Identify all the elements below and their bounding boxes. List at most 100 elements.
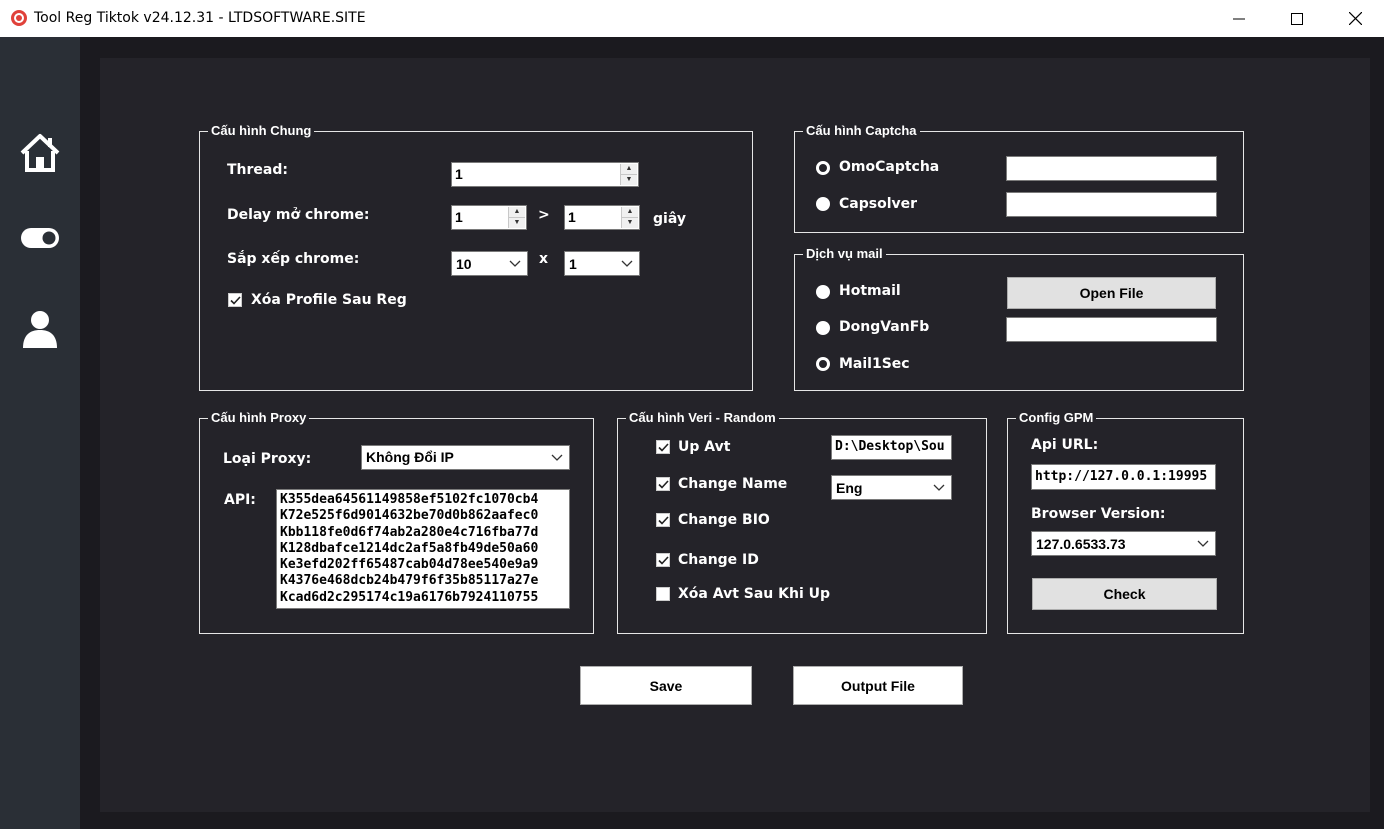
close-button[interactable] — [1326, 0, 1384, 37]
omocaptcha-radio[interactable] — [816, 161, 830, 175]
delay-unit-label: giây — [653, 211, 686, 227]
delete-profile-checkbox[interactable] — [228, 293, 242, 307]
captcha-config-title: Cấu hình Captcha — [803, 123, 920, 138]
maximize-button[interactable] — [1268, 0, 1326, 37]
arrange-label: Sắp xếp chrome: — [227, 251, 360, 267]
api-key-line: Kbb118fe0d6f74ab2a280e4c716fba77d — [280, 524, 539, 540]
api-key-line: K4376e468dcb24b479f6f35b85117a27e — [280, 573, 539, 589]
app-logo-icon — [11, 10, 27, 26]
arrange-cols-value: 10 — [456, 256, 472, 272]
dongvanfb-input[interactable] — [1006, 317, 1217, 342]
api-key-line: Ke3efd202ff65487cab04d78ee540e9a9 — [280, 557, 539, 573]
up-avt-label: Up Avt — [678, 439, 731, 455]
arrange-rows-select[interactable]: 1 — [564, 251, 640, 276]
api-key-line: K72e525f6d9014632be70d0b862aafec0 — [280, 508, 539, 524]
api-key-line: K128dbafce1214dc2af5a8fb49de50a60 — [280, 540, 539, 556]
title-bar: Tool Reg Tiktok v24.12.31 - LTDSOFTWARE.… — [0, 0, 1384, 37]
toggle-icon[interactable] — [20, 218, 60, 258]
delay-max-value: 1 — [568, 209, 576, 225]
api-url-label: Api URL: — [1031, 437, 1099, 453]
user-icon[interactable] — [20, 309, 60, 349]
arrange-rows-value: 1 — [569, 256, 577, 272]
mail1sec-radio[interactable] — [816, 357, 830, 371]
browser-version-value: 127.0.6533.73 — [1036, 536, 1126, 552]
thread-spinner[interactable]: 1 ▲ ▼ — [451, 162, 639, 187]
change-name-checkbox[interactable] — [656, 477, 670, 491]
mail1sec-label: Mail1Sec — [839, 356, 910, 372]
up-avt-checkbox[interactable] — [656, 440, 670, 454]
hotmail-label: Hotmail — [839, 283, 901, 299]
delay-separator: > — [538, 207, 550, 223]
arrange-separator: x — [539, 251, 549, 267]
arrange-cols-select[interactable]: 10 — [451, 251, 528, 276]
dongvanfb-radio[interactable] — [816, 321, 830, 335]
close-icon — [1348, 12, 1362, 25]
spin-up-icon[interactable]: ▲ — [621, 164, 637, 175]
home-icon[interactable] — [20, 133, 60, 173]
minimize-button[interactable] — [1210, 0, 1268, 37]
maximize-icon — [1291, 12, 1303, 25]
check-icon — [657, 555, 669, 565]
api-keys-textarea[interactable]: K355dea64561149858ef5102fc1070cb4 K72e52… — [276, 489, 570, 609]
output-file-button[interactable]: Output File — [793, 666, 963, 705]
avt-path-input[interactable]: D:\Desktop\Sou — [831, 435, 952, 460]
check-icon — [657, 515, 669, 525]
proxy-type-label: Loại Proxy: — [223, 451, 312, 467]
proxy-config-title: Cấu hình Proxy — [208, 410, 310, 425]
check-icon — [657, 479, 669, 489]
dongvanfb-label: DongVanFb — [839, 319, 930, 335]
window-title: Tool Reg Tiktok v24.12.31 - LTDSOFTWARE.… — [34, 10, 366, 26]
check-icon — [657, 442, 669, 452]
delete-profile-label: Xóa Profile Sau Reg — [251, 292, 407, 308]
chevron-down-icon — [621, 260, 633, 267]
change-name-label: Change Name — [678, 476, 788, 492]
delay-min-spinner[interactable]: 1 ▲ ▼ — [451, 205, 527, 230]
change-bio-checkbox[interactable] — [656, 513, 670, 527]
veri-config-title: Cấu hình Veri - Random — [626, 410, 779, 425]
save-button[interactable]: Save — [580, 666, 752, 705]
gpm-config-title: Config GPM — [1016, 410, 1097, 425]
change-bio-label: Change BIO — [678, 512, 770, 528]
omocaptcha-key-input[interactable] — [1006, 156, 1217, 181]
browser-version-label: Browser Version: — [1031, 506, 1166, 522]
capsolver-radio[interactable] — [816, 197, 830, 211]
spin-up-icon[interactable]: ▲ — [622, 207, 638, 218]
spin-down-icon[interactable]: ▼ — [509, 218, 525, 229]
minimize-icon — [1233, 18, 1245, 19]
change-id-checkbox[interactable] — [656, 553, 670, 567]
api-key-line: Kcad6d2c295174c19a6176b7924110755 — [280, 589, 539, 605]
api-label: API: — [224, 492, 256, 508]
check-button[interactable]: Check — [1032, 578, 1217, 610]
spin-down-icon[interactable]: ▼ — [622, 218, 638, 229]
mail-service-title: Dịch vụ mail — [803, 246, 886, 261]
spin-up-icon[interactable]: ▲ — [509, 207, 525, 218]
thread-label: Thread: — [227, 162, 288, 178]
captcha-config-group: Cấu hình Captcha — [794, 123, 1244, 233]
proxy-type-select[interactable]: Không Đổi IP — [361, 445, 570, 470]
general-config-title: Cấu hình Chung — [208, 123, 315, 138]
delete-avt-label: Xóa Avt Sau Khi Up — [678, 586, 831, 602]
delay-min-value: 1 — [455, 209, 463, 225]
api-key-line: K355dea64561149858ef5102fc1070cb4 — [280, 492, 539, 507]
chevron-down-icon — [933, 484, 945, 491]
delay-max-spinner[interactable]: 1 ▲ ▼ — [564, 205, 640, 230]
delete-avt-checkbox[interactable] — [656, 587, 670, 601]
delay-label: Delay mở chrome: — [227, 207, 370, 223]
name-language-select[interactable]: Eng — [831, 475, 952, 500]
hotmail-radio[interactable] — [816, 285, 830, 299]
open-file-button[interactable]: Open File — [1007, 277, 1216, 309]
browser-version-select[interactable]: 127.0.6533.73 — [1031, 531, 1216, 556]
thread-value: 1 — [455, 166, 463, 182]
chevron-down-icon — [551, 454, 563, 461]
chevron-down-icon — [509, 260, 521, 267]
proxy-type-value: Không Đổi IP — [366, 449, 454, 465]
sidebar — [0, 37, 80, 829]
change-id-label: Change ID — [678, 552, 759, 568]
capsolver-key-input[interactable] — [1006, 192, 1217, 217]
check-icon — [229, 295, 241, 305]
name-language-value: Eng — [836, 480, 863, 496]
capsolver-label: Capsolver — [839, 196, 918, 212]
spin-down-icon[interactable]: ▼ — [621, 175, 637, 186]
api-url-input[interactable]: http://127.0.0.1:19995 — [1031, 464, 1216, 490]
chevron-down-icon — [1197, 540, 1209, 547]
